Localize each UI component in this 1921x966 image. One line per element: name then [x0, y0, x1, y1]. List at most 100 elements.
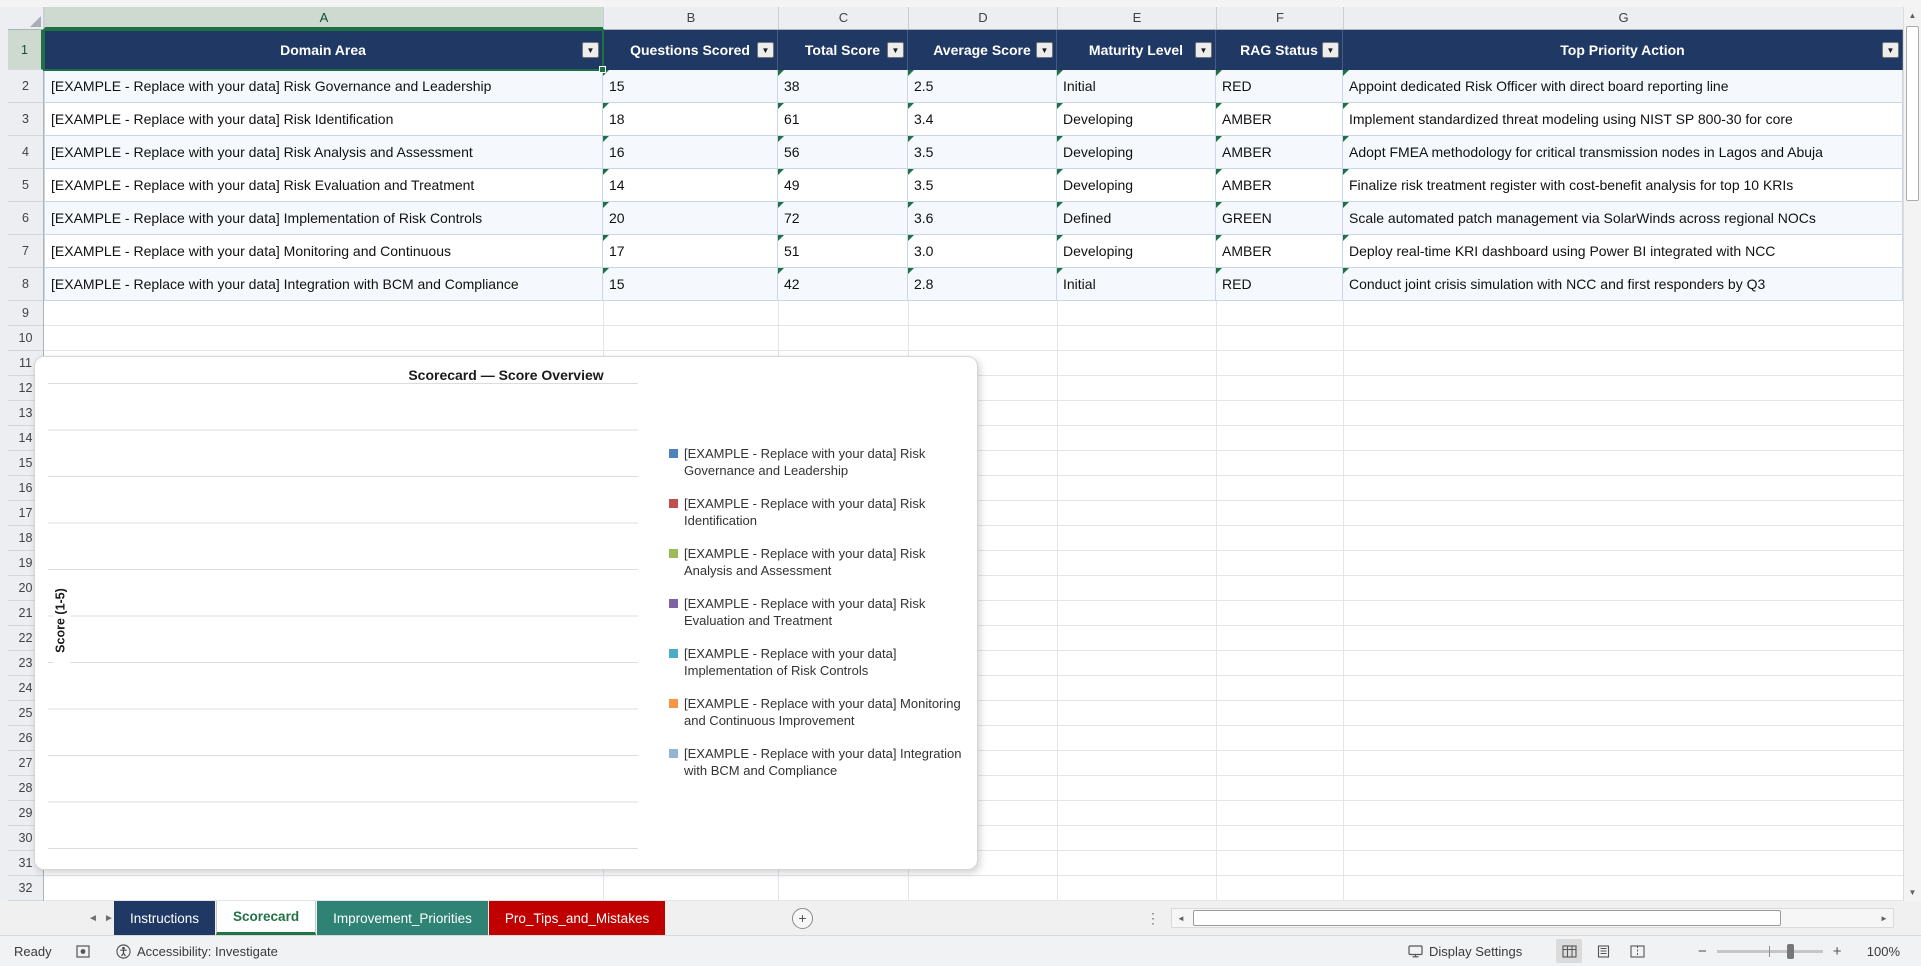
macro-record-icon[interactable]	[76, 936, 90, 966]
filter-dropdown-icon[interactable]: ▼	[582, 42, 599, 58]
table-cell[interactable]: Scale automated patch management via Sol…	[1343, 202, 1903, 234]
table-cell[interactable]: 17	[603, 235, 778, 267]
row-header[interactable]: 8	[8, 268, 43, 301]
table-cell[interactable]: 3.6	[908, 202, 1057, 234]
display-settings-button[interactable]: Display Settings	[1408, 936, 1522, 966]
column-header-f[interactable]: F	[1216, 7, 1343, 29]
tab-options-icon[interactable]: ⋮	[1146, 901, 1160, 935]
table-cell[interactable]: 2.8	[908, 268, 1057, 300]
table-cell[interactable]: AMBER	[1216, 169, 1343, 201]
new-sheet-button[interactable]: +	[792, 908, 813, 929]
zoom-slider[interactable]	[1717, 950, 1823, 953]
table-cell[interactable]: Developing	[1057, 235, 1216, 267]
table-cell[interactable]: Finalize risk treatment register with co…	[1343, 169, 1903, 201]
row-header[interactable]: 2	[8, 70, 43, 103]
filter-dropdown-icon[interactable]: ▼	[1322, 42, 1339, 58]
zoom-level[interactable]: 100%	[1852, 936, 1900, 966]
table-cell[interactable]: 2.5	[908, 70, 1057, 102]
sheet-tab-improvement-priorities[interactable]: Improvement_Priorities	[317, 901, 488, 935]
table-cell[interactable]: Developing	[1057, 136, 1216, 168]
table-cell[interactable]: Initial	[1057, 70, 1216, 102]
row-header[interactable]: 32	[8, 876, 43, 901]
table-cell[interactable]: 42	[778, 268, 908, 300]
scroll-right-icon[interactable]: ►	[1875, 909, 1893, 927]
table-cell[interactable]: AMBER	[1216, 235, 1343, 267]
table-cell[interactable]: 3.0	[908, 235, 1057, 267]
sheet-tab-pro-tips-and-mistakes[interactable]: Pro_Tips_and_Mistakes	[489, 901, 665, 935]
page-break-preview-button[interactable]	[1624, 939, 1650, 963]
scroll-down-icon[interactable]: ▼	[1904, 884, 1921, 901]
page-layout-view-button[interactable]	[1590, 939, 1616, 963]
column-header-c[interactable]: C	[778, 7, 908, 29]
scroll-up-icon[interactable]: ▲	[1904, 7, 1921, 24]
sheet-tab-instructions[interactable]: Instructions	[114, 901, 215, 935]
column-header-g[interactable]: G	[1343, 7, 1903, 29]
table-cell[interactable]: Implement standardized threat modeling u…	[1343, 103, 1903, 135]
header-cell-maturity-level[interactable]: Maturity Level▼	[1057, 30, 1216, 70]
row-header[interactable]: 6	[8, 202, 43, 235]
zoom-in-button[interactable]: +	[1833, 943, 1842, 960]
filter-dropdown-icon[interactable]: ▼	[1195, 42, 1212, 58]
table-cell[interactable]: 72	[778, 202, 908, 234]
table-cell[interactable]: RED	[1216, 70, 1343, 102]
chart-scorecard-overview[interactable]: Scorecard — Score Overview Score (1-5) […	[34, 356, 978, 870]
column-header-b[interactable]: B	[603, 7, 778, 29]
table-cell[interactable]: 56	[778, 136, 908, 168]
table-cell[interactable]: Initial	[1057, 268, 1216, 300]
select-all-corner[interactable]	[8, 7, 44, 29]
filter-dropdown-icon[interactable]: ▼	[757, 42, 774, 58]
table-cell[interactable]: 51	[778, 235, 908, 267]
tab-nav-left-icon[interactable]: ◄	[88, 901, 98, 935]
table-cell[interactable]: 61	[778, 103, 908, 135]
table-cell[interactable]: RED	[1216, 268, 1343, 300]
table-cell[interactable]: [EXAMPLE - Replace with your data] Risk …	[44, 103, 603, 135]
row-header[interactable]: 4	[8, 136, 43, 169]
vertical-scrollbar-thumb[interactable]	[1906, 26, 1919, 201]
horizontal-scrollbar[interactable]: ◄ ►	[1171, 908, 1894, 928]
header-cell-total-score[interactable]: Total Score▼	[778, 30, 908, 70]
header-cell-questions-scored[interactable]: Questions Scored▼	[603, 30, 778, 70]
table-cell[interactable]: 18	[603, 103, 778, 135]
table-cell[interactable]: [EXAMPLE - Replace with your data] Imple…	[44, 202, 603, 234]
sheet-tab-scorecard[interactable]: Scorecard	[216, 901, 316, 935]
row-header[interactable]: 3	[8, 103, 43, 136]
row-header[interactable]: 9	[8, 301, 43, 326]
column-header-d[interactable]: D	[908, 7, 1057, 29]
zoom-out-button[interactable]: −	[1698, 943, 1707, 960]
horizontal-scrollbar-thumb[interactable]	[1193, 910, 1781, 926]
table-cell[interactable]: Deploy real-time KRI dashboard using Pow…	[1343, 235, 1903, 267]
table-cell[interactable]: [EXAMPLE - Replace with your data] Risk …	[44, 70, 603, 102]
table-cell[interactable]: Appoint dedicated Risk Officer with dire…	[1343, 70, 1903, 102]
table-cell[interactable]: [EXAMPLE - Replace with your data] Monit…	[44, 235, 603, 267]
filter-dropdown-icon[interactable]: ▼	[1036, 42, 1053, 58]
table-cell[interactable]: [EXAMPLE - Replace with your data] Risk …	[44, 136, 603, 168]
row-header[interactable]: 5	[8, 169, 43, 202]
row-header[interactable]: 1	[8, 30, 43, 70]
table-cell[interactable]: [EXAMPLE - Replace with your data] Risk …	[44, 169, 603, 201]
table-cell[interactable]: 3.5	[908, 169, 1057, 201]
table-cell[interactable]: 3.4	[908, 103, 1057, 135]
row-header[interactable]: 7	[8, 235, 43, 268]
table-cell[interactable]: 38	[778, 70, 908, 102]
header-cell-rag-status[interactable]: RAG Status▼	[1216, 30, 1343, 70]
table-cell[interactable]: 15	[603, 268, 778, 300]
header-cell-average-score[interactable]: Average Score▼	[908, 30, 1057, 70]
table-cell[interactable]: AMBER	[1216, 103, 1343, 135]
table-cell[interactable]: GREEN	[1216, 202, 1343, 234]
table-cell[interactable]: AMBER	[1216, 136, 1343, 168]
table-cell[interactable]: 15	[603, 70, 778, 102]
normal-view-button[interactable]	[1556, 939, 1582, 963]
accessibility-status[interactable]: Accessibility: Investigate	[116, 936, 278, 966]
table-cell[interactable]: Conduct joint crisis simulation with NCC…	[1343, 268, 1903, 300]
header-cell-top-priority-action[interactable]: Top Priority Action▼	[1343, 30, 1903, 70]
table-cell[interactable]: Adopt FMEA methodology for critical tran…	[1343, 136, 1903, 168]
header-cell-domain-area[interactable]: Domain Area▼	[44, 30, 603, 70]
table-cell[interactable]: [EXAMPLE - Replace with your data] Integ…	[44, 268, 603, 300]
table-cell[interactable]: Developing	[1057, 103, 1216, 135]
table-cell[interactable]: 49	[778, 169, 908, 201]
table-cell[interactable]: Defined	[1057, 202, 1216, 234]
tab-nav-right-icon[interactable]: ►	[104, 901, 114, 935]
scroll-left-icon[interactable]: ◄	[1172, 909, 1190, 927]
zoom-slider-thumb[interactable]	[1787, 944, 1794, 959]
table-cell[interactable]: 16	[603, 136, 778, 168]
